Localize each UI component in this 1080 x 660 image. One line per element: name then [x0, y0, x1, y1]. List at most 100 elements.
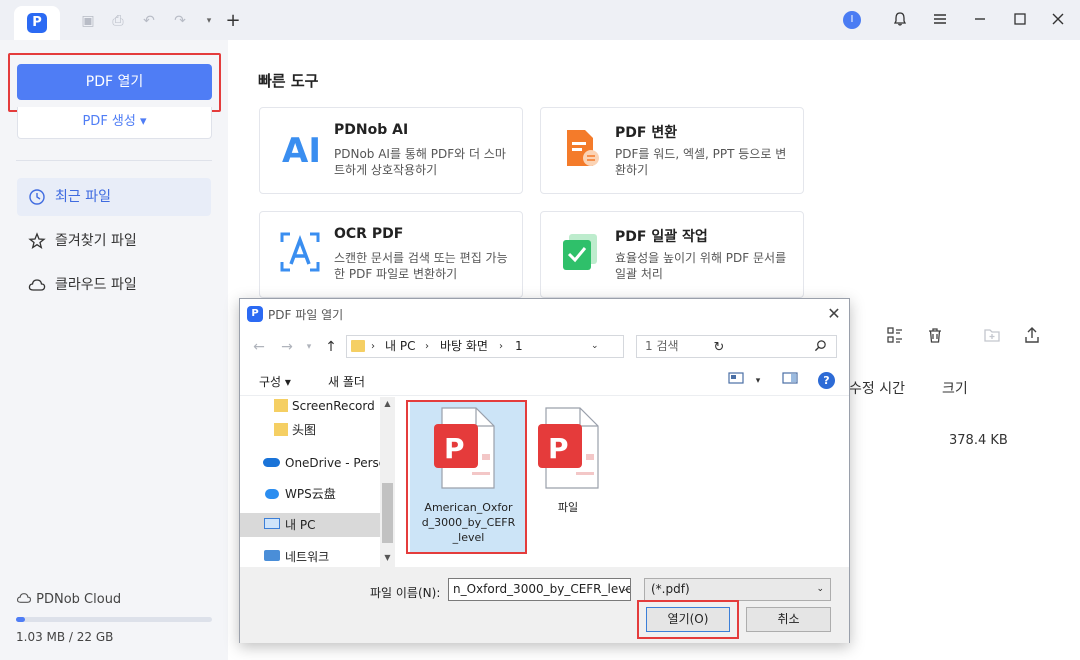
help-icon[interactable]: ?	[818, 372, 835, 389]
sidebar-item-cloud[interactable]: 클라우드 파일	[17, 266, 211, 304]
open-pdf-button[interactable]: PDF 열기	[17, 64, 212, 100]
app-tab[interactable]: P	[14, 6, 60, 40]
recent-locations-icon[interactable]: ▾	[300, 338, 318, 356]
star-icon	[28, 232, 46, 250]
preview-pane-icon[interactable]	[780, 372, 800, 390]
dropdown-icon[interactable]: ▾	[200, 12, 218, 30]
tool-card-ai[interactable]: AI PDNob AI PDNob AI를 통해 PDF와 더 스마트하게 상호…	[259, 107, 523, 194]
svg-text:AI: AI	[282, 131, 321, 170]
add-folder-icon[interactable]	[982, 326, 1002, 346]
pdf-file-icon: P	[538, 407, 599, 489]
section-title: 빠른 도구	[258, 72, 319, 90]
maximize-icon[interactable]	[1011, 11, 1029, 29]
nav-item-network[interactable]: 네트워크	[240, 545, 380, 569]
new-folder-button[interactable]: 새 폴더	[328, 373, 365, 390]
card-description: 스캔한 문서를 검색 또는 편집 가능한 PDF 파일로 변환하기	[334, 251, 508, 281]
file-item-folder[interactable]: P 파일	[536, 400, 653, 554]
dialog-close-icon[interactable]: ✕	[824, 304, 844, 324]
open-file-dialog: P PDF 파일 열기 ✕ ← → ▾ ↑ › 내 PC › 바탕 화면 › 1…	[239, 298, 850, 643]
card-title: OCR PDF	[334, 226, 404, 242]
ai-icon: AI	[278, 126, 322, 171]
pdnob-logo-icon: P	[247, 306, 263, 322]
minimize-icon[interactable]	[971, 11, 989, 29]
search-icon	[814, 338, 830, 354]
search-input[interactable]: 1 검색	[636, 335, 837, 358]
folder-icon	[274, 423, 288, 436]
sidebar-divider	[16, 160, 212, 161]
tool-card-batch[interactable]: PDF 일괄 작업 효율성을 높이기 위해 PDF 문서를 일괄 처리	[540, 211, 804, 298]
open-button[interactable]: 열기(O)	[646, 607, 730, 632]
cloud-usage-bar	[16, 617, 212, 622]
wps-cloud-icon	[265, 489, 279, 499]
cloud-icon	[16, 593, 32, 603]
clock-icon	[28, 188, 46, 206]
close-icon[interactable]	[1049, 11, 1067, 29]
create-pdf-button[interactable]: PDF 생성 ▾	[17, 107, 212, 139]
scroll-down-icon[interactable]: ▼	[380, 551, 395, 565]
share-icon[interactable]	[1022, 326, 1042, 346]
cloud-usage-fill	[16, 617, 26, 622]
selected-file-highlight	[406, 400, 527, 554]
sidebar-item-recent[interactable]: 최근 파일	[17, 178, 211, 216]
sidebar-item-label: 클라우드 파일	[55, 277, 137, 293]
breadcrumb-folder[interactable]: 1	[515, 336, 523, 357]
bell-icon[interactable]	[891, 11, 909, 29]
onedrive-icon	[263, 458, 280, 467]
organize-button[interactable]: 구성 ▾	[259, 373, 291, 390]
filename-input[interactable]: n_Oxford_3000_by_CEFR_level ⌄	[448, 578, 631, 601]
tool-card-ocr[interactable]: OCR PDF 스캔한 문서를 검색 또는 편집 가능한 PDF 파일로 변환하…	[259, 211, 523, 298]
file-name-line: 파일	[557, 501, 579, 514]
svg-text:P: P	[548, 432, 569, 465]
chevron-down-icon: ⌄	[816, 584, 824, 594]
up-arrow-icon[interactable]: ↑	[322, 338, 340, 356]
card-title: PDNob AI	[334, 122, 409, 138]
scroll-thumb[interactable]	[382, 483, 393, 543]
nav-item-screenrecord[interactable]: ScreenRecord	[240, 394, 380, 418]
view-options-icon[interactable]	[726, 372, 746, 390]
redo-icon[interactable]: ↷	[171, 12, 189, 30]
address-bar[interactable]: › 내 PC › 바탕 화면 › 1 ⌄ ↻	[346, 335, 724, 358]
dialog-footer: 파일 이름(N): n_Oxford_3000_by_CEFR_level ⌄ …	[240, 567, 849, 643]
undo-icon[interactable]: ↶	[140, 12, 158, 30]
card-description: PDNob AI를 통해 PDF와 더 스마트하게 상호작용하기	[334, 147, 506, 177]
filetype-select[interactable]: (*.pdf) ⌄	[644, 578, 831, 601]
breadcrumb-pc[interactable]: 내 PC	[385, 336, 415, 357]
file-size-value: 378.4 KB	[949, 433, 1008, 448]
forward-arrow-icon[interactable]: →	[278, 338, 296, 356]
nav-scrollbar[interactable]: ▲ ▼	[380, 397, 395, 567]
print-icon[interactable]: ⎙	[109, 12, 127, 30]
back-arrow-icon[interactable]: ←	[250, 338, 268, 356]
filename-label: 파일 이름(N):	[370, 586, 441, 600]
sidebar-item-label: 최근 파일	[55, 189, 111, 205]
menu-icon[interactable]	[931, 11, 949, 29]
breadcrumb-desktop[interactable]: 바탕 화면	[440, 336, 488, 357]
new-tab-icon[interactable]: +	[224, 12, 242, 30]
trash-icon[interactable]	[925, 326, 945, 346]
save-icon[interactable]: ▣	[79, 12, 97, 30]
view-dropdown-icon[interactable]: ▾	[748, 372, 768, 390]
avatar[interactable]: I	[843, 11, 861, 29]
dialog-toolbar: 구성 ▾ 새 폴더 ▾ ?	[240, 366, 849, 396]
pdnob-logo-icon: P	[27, 13, 47, 33]
batch-icon	[559, 230, 603, 274]
nav-item-toutu[interactable]: 头图	[240, 418, 380, 442]
list-view-icon[interactable]	[885, 326, 905, 346]
folder-icon	[351, 340, 365, 352]
cloud-storage-title: PDNob Cloud	[16, 592, 121, 607]
nav-item-my-pc[interactable]: 내 PC	[240, 513, 380, 537]
tool-card-convert[interactable]: PDF 변환 PDF를 워드, 엑셀, PPT 등으로 변환하기	[540, 107, 804, 194]
nav-item-onedrive[interactable]: OneDrive - Person	[240, 451, 380, 475]
address-dropdown-icon[interactable]: ⌄	[591, 336, 599, 357]
column-modified[interactable]: 수정 시간	[849, 378, 905, 398]
cloud-icon	[28, 276, 46, 294]
sidebar-item-favorites[interactable]: 즐겨찾기 파일	[17, 222, 211, 260]
convert-icon	[559, 126, 603, 170]
cancel-button[interactable]: 취소	[746, 607, 831, 632]
sidebar: PDF 열기 PDF 생성 ▾ 최근 파일 즐겨찾기 파일 클라우드 파일 PD…	[0, 40, 228, 660]
nav-item-wps[interactable]: WPS云盘	[240, 482, 380, 506]
card-title: PDF 변환	[615, 125, 678, 141]
column-size[interactable]: 크기	[942, 378, 968, 398]
chevron-down-icon[interactable]: ⌄	[620, 579, 628, 600]
scroll-up-icon[interactable]: ▲	[380, 397, 395, 411]
card-description: 효율성을 높이기 위해 PDF 문서를 일괄 처리	[615, 251, 787, 281]
